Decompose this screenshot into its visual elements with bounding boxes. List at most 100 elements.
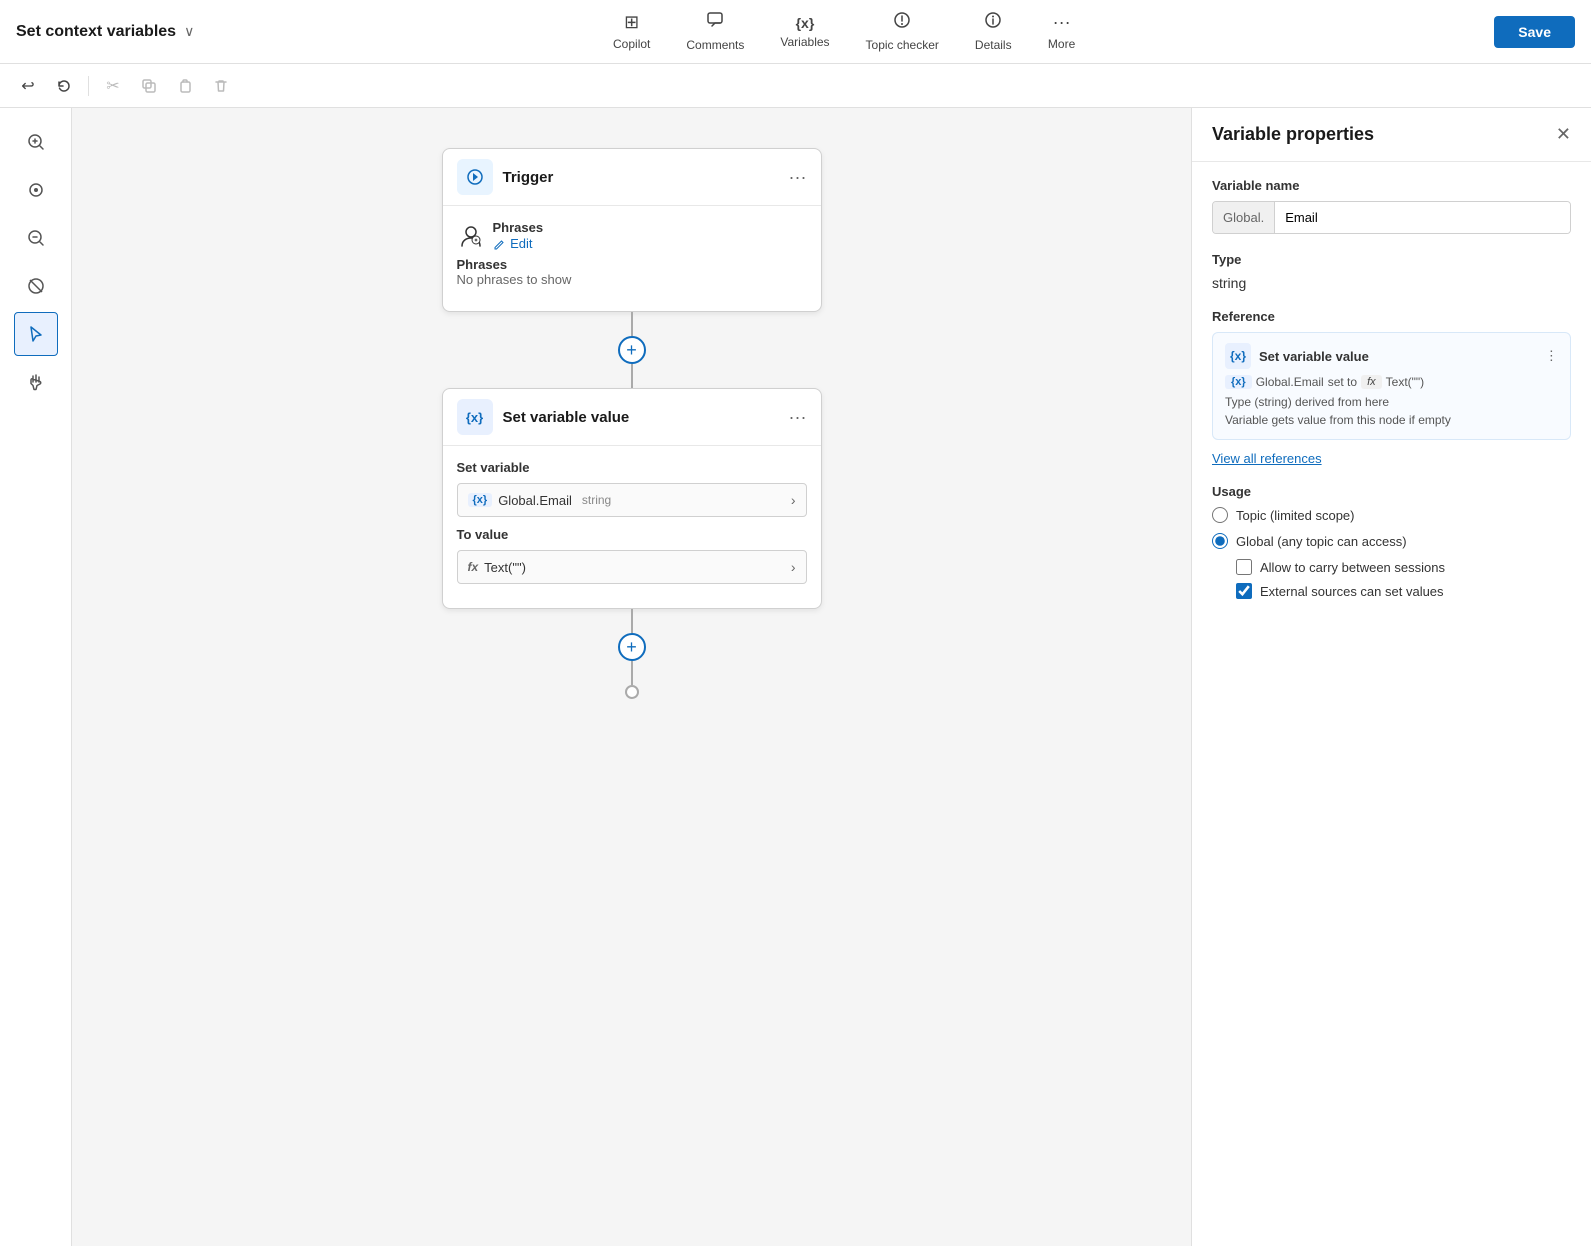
trigger-phrases-label: Phrases: [493, 220, 544, 235]
to-value-label: To value: [457, 527, 807, 542]
phrases-person-icon: [457, 222, 485, 250]
nav-copilot[interactable]: ⊞ Copilot: [597, 4, 666, 59]
type-section: Type string: [1212, 252, 1571, 291]
cut-button[interactable]: ✂: [97, 70, 129, 102]
trigger-node-title: Trigger: [503, 169, 554, 186]
usage-global-radio[interactable]: [1212, 533, 1228, 549]
type-section-title: Type: [1212, 252, 1571, 267]
set-variable-node: {x} Set variable value ··· Set variable: [442, 388, 822, 609]
usage-section: Usage Topic (limited scope) Global (any …: [1212, 484, 1571, 599]
nav-comments[interactable]: Comments: [670, 3, 760, 60]
nav-details[interactable]: Details: [959, 3, 1028, 60]
fx-value: Text(""): [484, 560, 526, 575]
variable-input-left: {x} Global.Email string: [468, 493, 612, 508]
panel-header: Variable properties ✕: [1192, 108, 1591, 162]
center-view-button[interactable]: [14, 168, 58, 212]
end-circle: [625, 685, 639, 699]
usage-global-label: Global (any topic can access): [1236, 534, 1407, 549]
nav-copilot-label: Copilot: [613, 37, 650, 51]
ref-var-name: Global.Email: [1256, 375, 1324, 389]
variables-icon: {x}: [796, 15, 815, 31]
phrases-section: Phrases No phrases to show: [457, 257, 807, 287]
external-sources-row: External sources can set values: [1236, 583, 1571, 599]
main-layout: Trigger ··· Phrases: [0, 108, 1591, 1246]
variable-arrow-icon: ›: [791, 492, 796, 508]
copy-button[interactable]: [133, 70, 165, 102]
variable-name-display: Global.Email: [498, 493, 572, 508]
usage-topic-row: Topic (limited scope): [1212, 507, 1571, 523]
pan-tool-button[interactable]: [14, 360, 58, 404]
to-value-section: To value fx Text("") ›: [457, 527, 807, 584]
ref-fx-tag: fx: [1361, 375, 1382, 389]
set-variable-header-left: {x} Set variable value: [457, 399, 630, 435]
ref-card-icon: {x}: [1225, 343, 1251, 369]
delete-button[interactable]: [205, 70, 237, 102]
connector-1: +: [618, 312, 646, 388]
reference-section-title: Reference: [1212, 309, 1571, 324]
connector-line-3: [631, 609, 633, 633]
no-touch-button[interactable]: [14, 264, 58, 308]
add-node-button-2[interactable]: +: [618, 633, 646, 661]
select-tool-button[interactable]: [14, 312, 58, 356]
copilot-icon: ⊞: [624, 12, 639, 33]
save-button[interactable]: Save: [1494, 16, 1575, 48]
fx-left: fx Text(""): [468, 560, 526, 575]
right-panel: Variable properties ✕ Variable name Glob…: [1191, 108, 1591, 1246]
carry-sessions-checkbox[interactable]: [1236, 559, 1252, 575]
variable-input-row[interactable]: {x} Global.Email string ›: [457, 483, 807, 517]
panel-close-button[interactable]: ✕: [1556, 124, 1571, 145]
variable-name-section-title: Variable name: [1212, 178, 1571, 193]
trigger-node-header: Trigger ···: [443, 149, 821, 206]
usage-topic-label: Topic (limited scope): [1236, 508, 1355, 523]
ref-detail-row: {x} Global.Email set to fx Text(""): [1225, 375, 1558, 389]
title-chevron-icon[interactable]: ∨: [184, 23, 194, 40]
set-variable-node-header: {x} Set variable value ···: [443, 389, 821, 446]
variable-type-display: string: [582, 493, 611, 507]
ref-card-more-button[interactable]: ⋮: [1545, 348, 1558, 364]
fx-tag: fx: [468, 560, 479, 574]
external-sources-checkbox[interactable]: [1236, 583, 1252, 599]
ref-set-to: set to: [1328, 375, 1357, 389]
paste-button[interactable]: [169, 70, 201, 102]
view-all-references-link[interactable]: View all references: [1212, 451, 1322, 466]
set-variable-node-more-button[interactable]: ···: [789, 407, 807, 428]
topic-checker-icon: [893, 11, 911, 34]
zoom-out-button[interactable]: [14, 216, 58, 260]
flow-content: Trigger ··· Phrases: [442, 148, 822, 699]
nav-comments-label: Comments: [686, 38, 744, 52]
trigger-node-body: Phrases Edit Phrases No phrases to show: [443, 206, 821, 311]
flow-canvas: Trigger ··· Phrases: [72, 108, 1191, 1246]
topbar: Set context variables ∨ ⊞ Copilot Commen…: [0, 0, 1591, 64]
trigger-header-left: Trigger: [457, 159, 554, 195]
nav-variables-label: Variables: [780, 35, 829, 49]
add-node-button-1[interactable]: +: [618, 336, 646, 364]
set-variable-node-wrapper: {x} Set variable value ··· Set variable: [442, 388, 822, 609]
variable-name-section: Variable name Global.: [1212, 178, 1571, 234]
trigger-phrases-info: Phrases Edit: [493, 220, 544, 251]
more-icon: ···: [1053, 12, 1071, 33]
zoom-in-button[interactable]: [14, 120, 58, 164]
fx-row[interactable]: fx Text("") ›: [457, 550, 807, 584]
external-sources-label: External sources can set values: [1260, 584, 1444, 599]
trigger-node-more-button[interactable]: ···: [789, 167, 807, 188]
nav-variables[interactable]: {x} Variables: [764, 7, 845, 57]
topbar-nav: ⊞ Copilot Comments {x} Variables Topic c…: [597, 3, 1092, 60]
usage-section-title: Usage: [1212, 484, 1571, 499]
canvas-area: Trigger ··· Phrases: [0, 108, 1191, 1246]
details-icon: [984, 11, 1002, 34]
nav-topic-checker[interactable]: Topic checker: [850, 3, 955, 60]
nav-more-label: More: [1048, 37, 1075, 51]
usage-global-row: Global (any topic can access): [1212, 533, 1571, 549]
no-phrases-label: No phrases to show: [457, 272, 807, 287]
panel-title: Variable properties: [1212, 124, 1374, 145]
variable-tag: {x}: [468, 493, 493, 507]
undo-button[interactable]: ↩: [12, 70, 44, 102]
variable-name-input[interactable]: [1275, 202, 1570, 233]
topbar-left: Set context variables ∨: [16, 23, 194, 41]
redo-button[interactable]: [48, 70, 80, 102]
usage-topic-radio[interactable]: [1212, 507, 1228, 523]
trigger-node: Trigger ··· Phrases: [442, 148, 822, 312]
trigger-edit-link[interactable]: Edit: [493, 236, 533, 251]
page-title: Set context variables: [16, 23, 176, 41]
nav-more[interactable]: ··· More: [1032, 4, 1092, 59]
